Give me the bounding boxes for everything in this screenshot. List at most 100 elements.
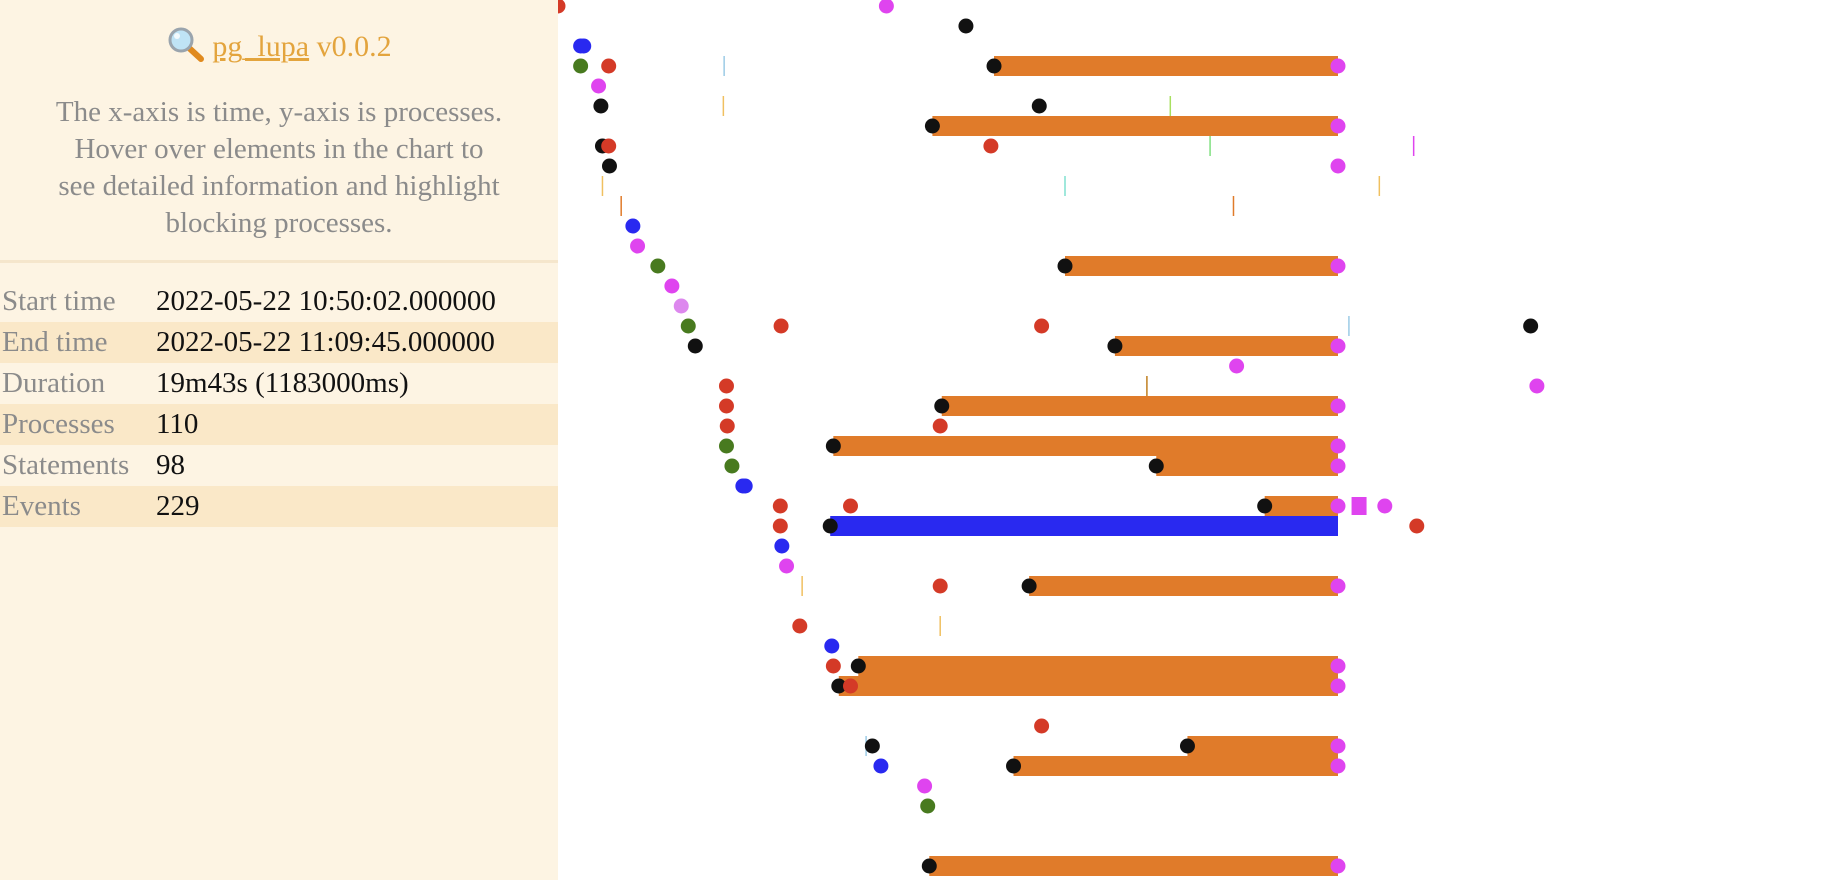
bar-end-marker[interactable] [1330, 498, 1346, 514]
event-marker[interactable] [1031, 98, 1047, 114]
process-bar[interactable] [1156, 456, 1338, 476]
event-marker[interactable] [591, 78, 607, 94]
bar-start-marker[interactable] [1107, 338, 1123, 354]
event-marker[interactable] [558, 0, 566, 14]
event-marker[interactable] [779, 558, 795, 574]
event-marker[interactable] [601, 138, 617, 154]
bar-start-marker[interactable] [934, 398, 950, 414]
bar-start-marker[interactable] [1179, 738, 1195, 754]
stat-label: Statements [2, 449, 130, 481]
event-marker[interactable] [917, 778, 933, 794]
process-bar[interactable] [830, 516, 1338, 536]
event-marker[interactable] [673, 298, 689, 314]
stat-value: 110 [154, 404, 558, 445]
event-marker[interactable] [1034, 718, 1050, 734]
event-marker[interactable] [630, 238, 646, 254]
event-marker[interactable] [601, 58, 617, 74]
event-marker[interactable] [932, 418, 948, 434]
process-bar[interactable] [932, 116, 1338, 136]
process-bar[interactable] [1187, 736, 1338, 756]
bar-end-marker[interactable] [1330, 438, 1346, 454]
event-marker[interactable] [680, 318, 696, 334]
process-bar[interactable] [1114, 336, 1338, 356]
event-marker[interactable] [1229, 358, 1245, 374]
stat-value: 2022-05-22 10:50:02.000000 [156, 285, 496, 317]
process-bar[interactable] [1065, 256, 1338, 276]
process-bar[interactable] [838, 676, 1338, 696]
stat-value: 229 [154, 486, 558, 527]
event-marker[interactable] [864, 738, 880, 754]
bar-end-marker[interactable] [1330, 858, 1346, 874]
event-marker[interactable] [718, 398, 734, 414]
bar-end-marker[interactable] [1330, 578, 1346, 594]
bar-end-marker[interactable] [1330, 398, 1346, 414]
process-bar[interactable] [941, 396, 1338, 416]
event-marker[interactable] [719, 418, 735, 434]
bar-start-marker[interactable] [1257, 498, 1273, 514]
bar-start-marker[interactable] [1021, 578, 1037, 594]
bar-end-marker[interactable] [1330, 338, 1346, 354]
bar-start-marker[interactable] [850, 658, 866, 674]
event-marker[interactable] [958, 18, 974, 34]
event-marker[interactable] [1377, 498, 1393, 514]
event-marker[interactable] [664, 278, 680, 294]
event-marker[interactable] [772, 518, 788, 534]
process-bar[interactable] [858, 656, 1338, 676]
process-bar[interactable] [1029, 576, 1338, 596]
bar-start-marker[interactable] [921, 858, 937, 874]
event-marker[interactable] [1330, 158, 1346, 174]
event-marker[interactable] [983, 138, 999, 154]
process-bar[interactable] [1013, 756, 1338, 776]
event-marker[interactable] [773, 318, 789, 334]
bar-end-marker[interactable] [1330, 758, 1346, 774]
event-marker[interactable] [843, 498, 858, 514]
event-marker[interactable] [573, 58, 589, 74]
event-marker[interactable] [792, 618, 808, 634]
bar-end-marker[interactable] [1330, 658, 1346, 674]
event-marker[interactable] [1529, 378, 1545, 394]
event-marker[interactable] [873, 758, 889, 774]
event-marker[interactable] [1034, 318, 1050, 334]
event-marker[interactable] [932, 578, 948, 594]
process-bar[interactable] [994, 56, 1338, 76]
event-marker[interactable] [772, 498, 788, 514]
event-marker[interactable] [1409, 518, 1425, 534]
event-square-marker[interactable] [1351, 497, 1367, 515]
bar-end-marker[interactable] [1330, 738, 1346, 754]
event-marker[interactable] [593, 98, 609, 114]
process-bar[interactable] [929, 856, 1338, 876]
process-bar[interactable] [833, 436, 1338, 456]
event-marker[interactable] [878, 0, 894, 14]
event-marker[interactable] [625, 218, 641, 234]
bar-end-marker[interactable] [1330, 678, 1346, 694]
divider [0, 260, 558, 263]
bar-start-marker[interactable] [822, 518, 838, 534]
event-marker[interactable] [825, 658, 841, 674]
bar-start-marker[interactable] [1057, 258, 1073, 274]
event-marker[interactable] [601, 158, 617, 174]
event-marker[interactable] [824, 638, 840, 654]
bar-end-marker[interactable] [1330, 58, 1346, 74]
bar-end-marker[interactable] [1330, 118, 1346, 134]
bar-start-marker[interactable] [1006, 758, 1022, 774]
event-marker[interactable] [687, 338, 703, 354]
bar-end-marker[interactable] [1330, 258, 1346, 274]
app-link[interactable]: pg_lupa [212, 30, 309, 63]
event-marker[interactable] [774, 538, 790, 554]
event-marker[interactable] [1523, 318, 1539, 334]
event-marker[interactable] [718, 438, 734, 454]
process-bar[interactable] [1264, 496, 1338, 516]
event-marker[interactable] [737, 478, 753, 494]
bar-start-marker[interactable] [986, 58, 1002, 74]
event-marker[interactable] [718, 378, 734, 394]
event-marker[interactable] [650, 258, 666, 274]
bar-start-marker[interactable] [825, 438, 841, 454]
event-marker[interactable] [724, 458, 740, 474]
event-marker[interactable] [920, 798, 936, 814]
event-marker[interactable] [576, 38, 592, 54]
process-timeline-chart[interactable] [558, 0, 1825, 880]
bar-start-marker[interactable] [924, 118, 940, 134]
event-marker[interactable] [843, 678, 858, 694]
bar-start-marker[interactable] [1148, 458, 1164, 474]
bar-end-marker[interactable] [1330, 458, 1346, 474]
